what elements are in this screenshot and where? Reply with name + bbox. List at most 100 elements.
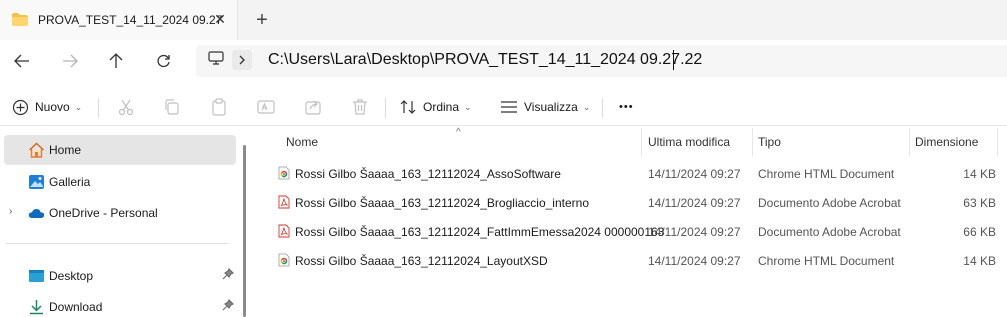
- command-bar: Nuovo ⌄ Ordina ⌄ Visualizza ⌄ •••: [0, 88, 1007, 126]
- trash-icon: [353, 99, 367, 115]
- file-modified: 14/11/2024 09:27: [648, 254, 741, 268]
- sidebar-item-download[interactable]: Download: [4, 292, 236, 317]
- list-view-icon: [501, 101, 517, 113]
- sidebar-divider: [6, 243, 228, 244]
- arrow-left-icon: [14, 54, 29, 68]
- new-button-label: Nuovo: [35, 100, 70, 114]
- column-header-type[interactable]: Tipo: [758, 128, 781, 156]
- gallery-icon: [29, 175, 44, 189]
- column-type-label: Tipo: [758, 135, 781, 149]
- rename-button[interactable]: [256, 96, 276, 118]
- pdf-icon: [278, 195, 290, 209]
- rename-icon: [257, 100, 275, 114]
- chevron-right-icon: [239, 55, 245, 65]
- file-name: Rossi Gilbo Šaaaa_163_12112024_LayoutXSD: [295, 254, 548, 268]
- sidebar-item-home[interactable]: Home: [4, 135, 236, 165]
- sidebar-item-onedrive[interactable]: › OneDrive - Personal: [4, 198, 236, 228]
- file-modified: 14/11/2024 09:27: [648, 225, 741, 239]
- navigation-pane: Home Galleria › OneDrive - Personal Desk…: [0, 128, 246, 317]
- chevron-down-icon: ⌄: [74, 101, 83, 112]
- file-type: Chrome HTML Document: [758, 167, 895, 181]
- scissors-icon: [118, 99, 134, 116]
- computer-icon[interactable]: [208, 51, 224, 65]
- sidebar-item-gallery[interactable]: Galleria: [4, 167, 236, 197]
- column-separator[interactable]: [641, 128, 642, 156]
- arrow-up-icon: [109, 53, 123, 68]
- sidebar-scrollbar[interactable]: [243, 145, 246, 317]
- chevron-down-icon: ⌄: [464, 101, 472, 112]
- sidebar-item-label: OneDrive - Personal: [49, 206, 158, 220]
- delete-button[interactable]: [350, 96, 370, 118]
- column-header-modified[interactable]: Ultima modifica: [648, 128, 730, 156]
- back-button[interactable]: [8, 48, 36, 74]
- copy-button[interactable]: [162, 96, 182, 118]
- tab-current-folder[interactable]: PROVA_TEST_14_11_2024 09.27 ✕: [0, 0, 238, 40]
- cut-button[interactable]: [116, 96, 136, 118]
- file-type: Chrome HTML Document: [758, 254, 895, 268]
- file-name: Rossi Gilbo Šaaaa_163_12112024_FattImmEm…: [295, 225, 665, 239]
- share-icon: [305, 100, 321, 115]
- sidebar-item-label: Download: [49, 300, 103, 314]
- sidebar-item-desktop[interactable]: Desktop: [4, 261, 236, 291]
- sort-arrows-icon: [400, 100, 416, 114]
- address-path-input[interactable]: C:\Users\Lara\Desktop\PROVA_TEST_14_11_2…: [268, 51, 702, 69]
- file-name: Rossi Gilbo Šaaaa_163_12112024_AssoSoftw…: [295, 167, 561, 181]
- file-row[interactable]: Rossi Gilbo Šaaaa_163_12112024_Brogliacc…: [270, 188, 1000, 216]
- column-separator[interactable]: [752, 128, 753, 156]
- up-button[interactable]: [102, 48, 130, 74]
- file-modified: 14/11/2024 09:27: [648, 167, 741, 181]
- column-separator[interactable]: [997, 128, 998, 156]
- share-button[interactable]: [303, 96, 323, 118]
- file-size: 63 KB: [963, 196, 996, 210]
- tab-title: PROVA_TEST_14_11_2024 09.27: [38, 13, 223, 27]
- file-row[interactable]: Rossi Gilbo Šaaaa_163_12112024_FattImmEm…: [270, 217, 1000, 245]
- sidebar-item-label: Galleria: [49, 175, 91, 189]
- file-size: 14 KB: [963, 167, 996, 181]
- column-header-name[interactable]: Nome: [286, 128, 318, 156]
- column-modified-label: Ultima modifica: [648, 135, 731, 149]
- pin-icon[interactable]: [222, 299, 234, 313]
- file-row[interactable]: Rossi Gilbo Šaaaa_163_12112024_AssoSoftw…: [270, 159, 1000, 187]
- pdf-icon: [278, 224, 290, 238]
- divider: [98, 98, 99, 118]
- view-button[interactable]: Visualizza ⌄: [500, 96, 590, 118]
- refresh-icon: [156, 54, 170, 67]
- chrome-html-icon: [278, 166, 290, 180]
- column-header-size[interactable]: Dimensione: [915, 128, 978, 156]
- download-icon: [30, 300, 43, 315]
- pin-icon[interactable]: [222, 268, 234, 282]
- text-cursor: [673, 50, 674, 70]
- file-type: Documento Adobe Acrobat: [758, 196, 901, 210]
- breadcrumb-chevron-button[interactable]: [232, 50, 252, 70]
- view-button-label: Visualizza: [524, 100, 578, 114]
- home-icon: [29, 142, 44, 158]
- navigation-bar: C:\Users\Lara\Desktop\PROVA_TEST_14_11_2…: [0, 40, 1007, 82]
- chevron-down-icon: ⌄: [582, 101, 591, 112]
- file-list: Nome ^ Ultima modifica Tipo Dimensione R…: [256, 127, 1007, 317]
- more-icon: •••: [619, 101, 634, 113]
- column-separator[interactable]: [909, 128, 910, 156]
- file-size: 14 KB: [963, 254, 996, 268]
- copy-icon: [165, 99, 179, 115]
- chevron-right-icon[interactable]: ›: [9, 206, 12, 217]
- sort-button[interactable]: Ordina ⌄: [400, 96, 472, 118]
- folder-icon: [12, 13, 28, 26]
- column-name-label: Nome: [286, 135, 319, 149]
- more-options-button[interactable]: •••: [619, 96, 634, 118]
- forward-button[interactable]: [56, 48, 84, 74]
- divider: [385, 98, 386, 118]
- sidebar-item-label: Home: [49, 143, 82, 157]
- paste-button[interactable]: [209, 96, 229, 118]
- divider: [602, 98, 603, 118]
- new-tab-button[interactable]: +: [252, 9, 272, 31]
- close-tab-icon[interactable]: ✕: [211, 10, 229, 28]
- sort-button-label: Ordina: [423, 100, 460, 114]
- refresh-button[interactable]: [149, 48, 177, 74]
- tab-strip: PROVA_TEST_14_11_2024 09.27 ✕ +: [0, 0, 1007, 40]
- clipboard-icon: [212, 98, 226, 116]
- cloud-icon: [28, 208, 45, 218]
- desktop-folder-icon: [29, 270, 44, 282]
- new-button[interactable]: Nuovo ⌄: [12, 96, 82, 118]
- file-modified: 14/11/2024 09:27: [648, 196, 741, 210]
- file-row[interactable]: Rossi Gilbo Šaaaa_163_12112024_LayoutXSD…: [270, 246, 1000, 274]
